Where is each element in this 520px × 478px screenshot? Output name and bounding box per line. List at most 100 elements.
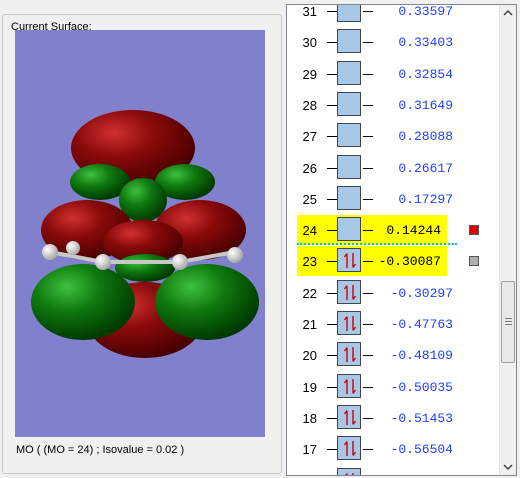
electron-pair-icon xyxy=(343,347,357,363)
level-line-left xyxy=(327,386,337,388)
level-line-left xyxy=(327,417,337,419)
orbital-row-17[interactable]: 17 -0.56504 xyxy=(287,434,499,464)
orbital-row-21[interactable]: 21 -0.47763 xyxy=(287,309,499,339)
scroll-thumb[interactable] xyxy=(501,281,515,363)
level-line-right xyxy=(363,261,373,263)
orbital-row-25[interactable]: 25 0.17297 xyxy=(287,184,499,214)
orbital-row-29[interactable]: 29 0.32854 xyxy=(287,59,499,89)
orbital-energy: -0.51453 xyxy=(390,410,453,426)
orbital-row-28[interactable]: 28 0.31649 xyxy=(287,90,499,120)
empty-orbital-box[interactable] xyxy=(337,60,361,85)
occupied-orbital-box[interactable] xyxy=(337,248,361,273)
orbital-row-23[interactable]: 23 -0.30087 xyxy=(297,246,447,277)
orbital-number: 19 xyxy=(302,379,317,395)
orbital-row-24[interactable]: 24 0.14244 xyxy=(297,215,447,246)
vertical-scrollbar[interactable] xyxy=(499,5,516,475)
orbital-energy: 0.33597 xyxy=(398,5,453,19)
orbital-energy: 0.26617 xyxy=(398,160,453,176)
level-line-left xyxy=(327,42,337,44)
level-line-right xyxy=(363,386,373,388)
occupied-orbital-box[interactable] xyxy=(337,467,361,475)
orbital-row-26[interactable]: 26 0.26617 xyxy=(287,153,499,183)
isovalue-info: MO ( (MO = 24) ; Isovalue = 0.02 ) xyxy=(16,444,185,456)
orbital-number: 17 xyxy=(302,442,317,458)
orbital-number: 28 xyxy=(302,97,317,113)
level-line-left xyxy=(327,167,337,169)
occupied-orbital-box[interactable] xyxy=(337,279,361,304)
orbital-number: 22 xyxy=(302,285,317,301)
level-line-left xyxy=(327,261,337,263)
level-line-right xyxy=(363,355,373,357)
occupied-orbital-box[interactable] xyxy=(337,311,361,335)
orbital-energy: 0.17297 xyxy=(398,191,453,207)
orbital-number: 25 xyxy=(302,191,317,207)
electron-pair-icon xyxy=(343,284,357,300)
homo-lumo-divider xyxy=(297,243,457,245)
orbital-row-31[interactable]: 31 0.33597 xyxy=(287,5,499,26)
orbital-energy: -0.30297 xyxy=(390,285,453,301)
orbital-energy: -0.48109 xyxy=(390,348,453,364)
electron-pair-icon xyxy=(343,409,357,425)
level-line-left xyxy=(327,449,337,451)
level-line-right xyxy=(363,230,373,232)
orbital-number: 16 xyxy=(297,474,317,476)
level-line-right xyxy=(363,11,373,12)
occupied-orbital-box[interactable] xyxy=(337,342,361,367)
orbital-row-20[interactable]: 20 -0.48109 xyxy=(287,340,499,370)
empty-orbital-box[interactable] xyxy=(337,29,361,54)
level-line-left xyxy=(327,355,337,357)
electron-pair-icon xyxy=(343,316,357,331)
level-line-left xyxy=(327,230,337,232)
empty-orbital-box[interactable] xyxy=(337,217,361,242)
orbital-row-18[interactable]: 18 -0.51453 xyxy=(287,403,499,433)
chevron-up-icon xyxy=(503,9,513,16)
chevron-down-icon xyxy=(503,464,513,471)
level-line-left xyxy=(327,198,337,200)
orbital-number: 20 xyxy=(302,348,317,364)
orbital-select-marker[interactable] xyxy=(469,256,479,267)
electron-pair-icon xyxy=(343,441,357,457)
orbital-select-marker[interactable] xyxy=(469,225,479,236)
orbital-number: 30 xyxy=(302,35,317,51)
level-line-right xyxy=(363,136,373,138)
orbital-energy: 0.32854 xyxy=(398,66,453,82)
orbital-number: 18 xyxy=(302,410,317,426)
orbital-energy: -0.50035 xyxy=(390,379,453,395)
mo-energy-panel[interactable]: 31 0.33597 30 0.33403 29 0.32854 28 0.31649 27 0.… xyxy=(286,4,517,476)
orbital-row-30[interactable]: 30 0.33403 xyxy=(287,27,499,57)
empty-orbital-box[interactable] xyxy=(337,185,361,210)
orbital-energy: -0.56714 xyxy=(373,474,453,476)
orbital-energy: 0.31649 xyxy=(398,97,453,113)
orbital-number: 23 xyxy=(302,254,317,270)
orbital-level-list: 31 0.33597 30 0.33403 29 0.32854 28 0.31649 27 0.… xyxy=(287,5,499,475)
orbital-row-19[interactable]: 19 -0.50035 xyxy=(287,372,499,402)
empty-orbital-box[interactable] xyxy=(337,5,361,22)
level-line-right xyxy=(363,417,373,419)
empty-orbital-box[interactable] xyxy=(337,123,361,148)
orbital-energy: -0.56504 xyxy=(390,442,453,458)
orbital-row-27[interactable]: 27 0.28088 xyxy=(287,121,499,151)
electron-pair-icon xyxy=(344,472,354,475)
orbital-render xyxy=(31,110,259,358)
occupied-orbital-box[interactable] xyxy=(337,404,361,429)
orbital-viewer[interactable] xyxy=(15,30,265,437)
level-line-left xyxy=(327,292,337,294)
orbital-energy: -0.47763 xyxy=(390,317,453,332)
level-line-left xyxy=(327,136,337,138)
scroll-down-button[interactable] xyxy=(500,458,516,475)
orbital-energy: -0.30087 xyxy=(378,254,441,270)
occupied-orbital-box[interactable] xyxy=(337,373,361,398)
level-line-right xyxy=(363,104,373,106)
level-line-right xyxy=(363,73,373,75)
level-line-left xyxy=(327,11,337,12)
empty-orbital-box[interactable] xyxy=(337,91,361,116)
empty-orbital-box[interactable] xyxy=(337,154,361,179)
orbital-energy: 0.28088 xyxy=(398,129,453,145)
orbital-row-16[interactable]: 16 -0.56714 xyxy=(287,466,499,476)
orbital-number: 24 xyxy=(302,223,317,239)
orbital-row-22[interactable]: 22 -0.30297 xyxy=(287,278,499,308)
electron-pair-icon xyxy=(343,378,357,394)
occupied-orbital-box[interactable] xyxy=(337,436,361,461)
level-line-right xyxy=(363,198,373,200)
scroll-up-button[interactable] xyxy=(500,5,516,22)
